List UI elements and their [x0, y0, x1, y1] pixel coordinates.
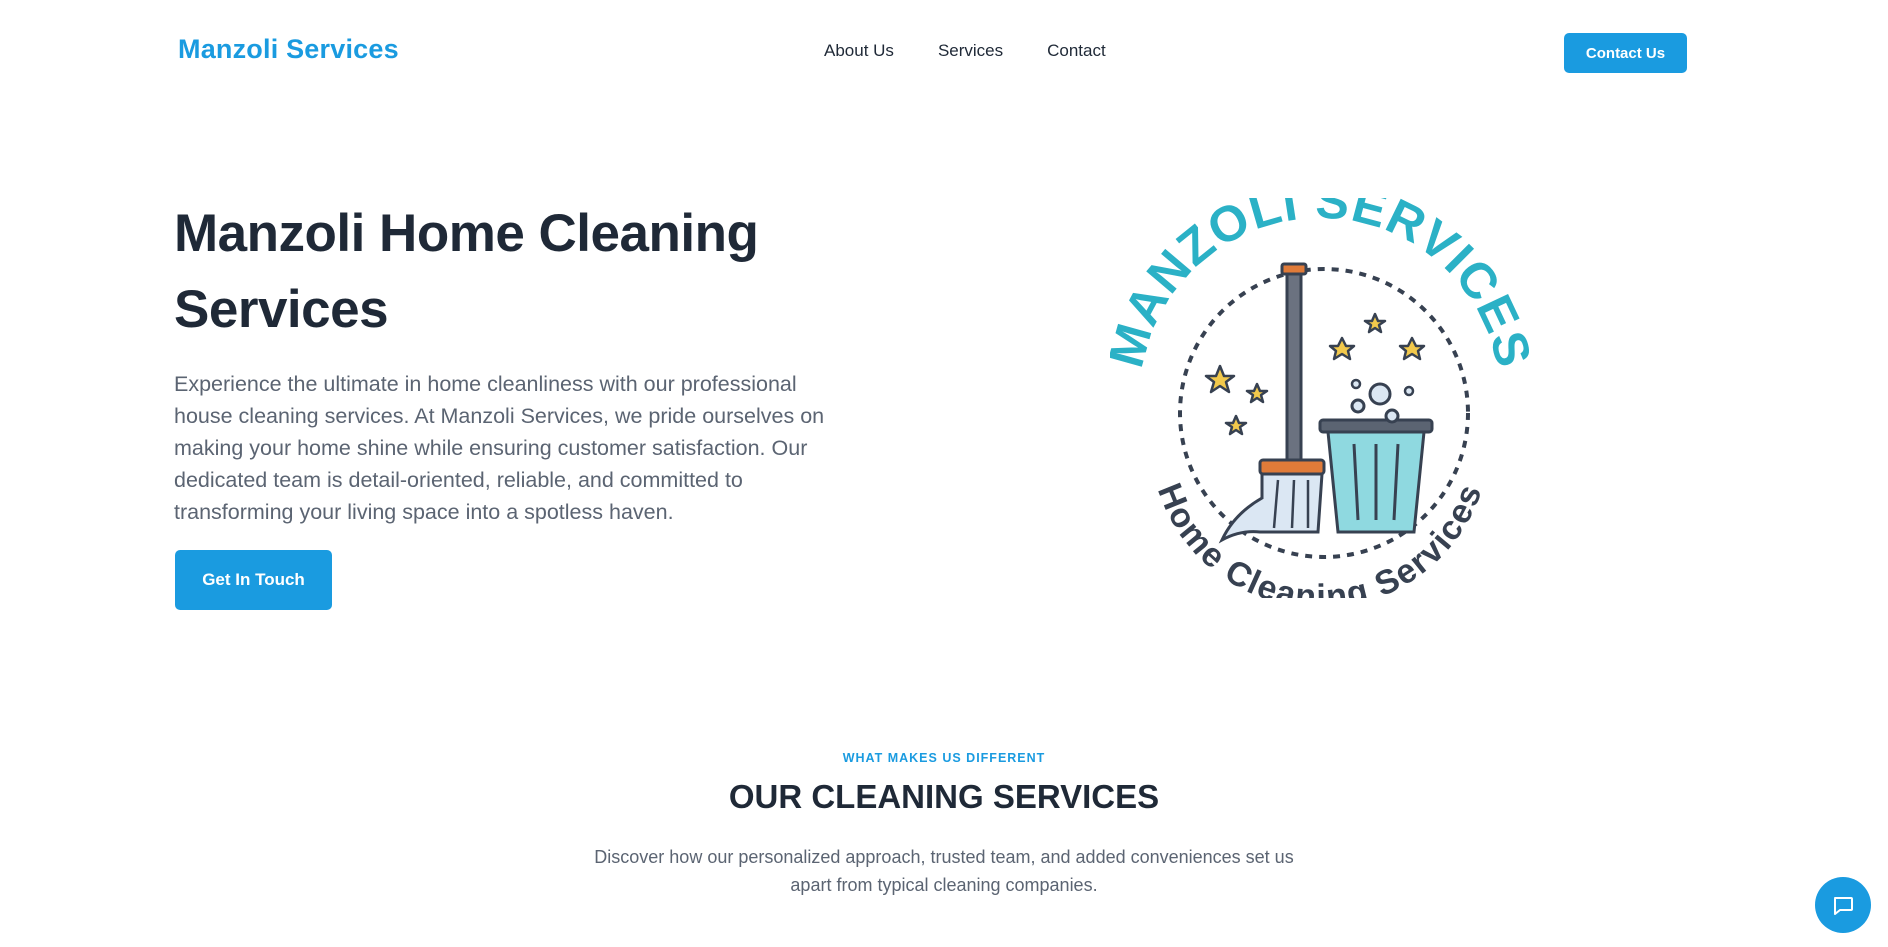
- services-description: Discover how our personalized approach, …: [594, 847, 1294, 895]
- hero-title: Manzoli Home Cleaning Services: [174, 204, 759, 339]
- cleaning-logo-graphic: MANZOLI SERVICES Home Cleaning Services: [1098, 172, 1542, 616]
- site-header: Manzoli Services About Us Services Conta…: [0, 0, 1888, 104]
- svg-text:MANZOLI SERVICES: MANZOLI SERVICES: [1110, 198, 1530, 373]
- nav-link-contact[interactable]: Contact: [1047, 41, 1106, 61]
- services-eyebrow: WHAT MAKES US DIFFERENT: [842, 751, 1046, 765]
- broom-icon: [1218, 262, 1326, 544]
- nav-link-about-us[interactable]: About Us: [824, 41, 894, 61]
- services-title: OUR CLEANING SERVICES: [728, 778, 1160, 815]
- main-nav: About Us Services Contact: [824, 41, 1106, 61]
- brand-logo-text[interactable]: Manzoli Services: [178, 34, 399, 65]
- logo-top-text: MANZOLI SERVICES: [1098, 172, 1542, 373]
- company-logo: MANZOLI SERVICES Home Cleaning Services: [1098, 172, 1542, 616]
- contact-us-button[interactable]: Contact Us: [1564, 33, 1687, 73]
- get-in-touch-button[interactable]: Get In Touch: [175, 550, 332, 610]
- chat-widget-button[interactable]: [1815, 877, 1871, 933]
- chat-bubble-icon: [1834, 897, 1853, 915]
- bucket-icon: [1318, 378, 1434, 534]
- nav-link-services[interactable]: Services: [938, 41, 1003, 61]
- hero-description: Experience the ultimate in home cleanlin…: [174, 372, 825, 524]
